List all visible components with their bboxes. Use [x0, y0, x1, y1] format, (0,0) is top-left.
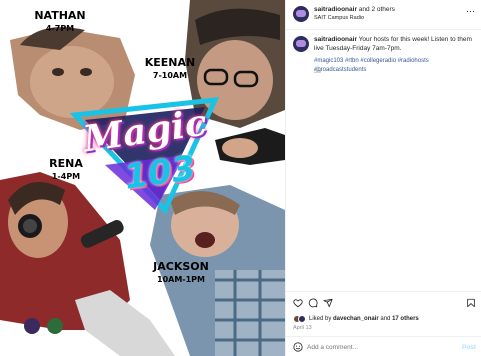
more-dots-icon[interactable]: ⋯ [466, 7, 475, 16]
likes-line: Liked by davechan_onair and 17 others [309, 316, 419, 322]
comment-divider [286, 336, 481, 337]
comment-icon[interactable] [308, 298, 318, 308]
share-icon[interactable] [323, 298, 333, 308]
header-account-line: saitradioonair and 2 others [314, 6, 395, 13]
caption-hashtags[interactable]: #magic103 #rtbn #collegeradio #radiohost… [314, 57, 479, 74]
caption-avatar[interactable] [293, 36, 309, 52]
host-name-keenan: KEENAN [144, 56, 196, 69]
sticker-1 [24, 318, 40, 334]
likes-prefix: Liked by [309, 316, 334, 322]
post-comment-button[interactable]: Post [462, 344, 476, 351]
host-name-rena: RENA [49, 157, 83, 170]
comment-input[interactable] [307, 341, 452, 353]
liker-avatar-2 [298, 315, 306, 323]
host-name-nathan: NATHAN [34, 9, 86, 22]
header-subtitle[interactable]: SAIT Campus Radio [314, 15, 364, 21]
host-time-jackson: 10AM-1PM [157, 275, 205, 284]
header-and-others[interactable]: and 2 others [357, 6, 395, 13]
caption-text: saitradioonair Your hosts for this week!… [314, 36, 476, 53]
host-time-keenan: 7-10AM [152, 71, 188, 80]
header-account-link[interactable]: saitradioonair [314, 6, 357, 13]
post-side-panel: saitradioonair and 2 others SAIT Campus … [285, 0, 481, 356]
caption-age: 5w [314, 69, 322, 75]
post-image: Magic 103 NATHAN 4-7PM KEENAN 7-10AM REN… [0, 0, 285, 356]
likers-avatars[interactable] [293, 315, 307, 323]
host-time-rena: 1-4PM [51, 172, 81, 181]
host-time-nathan: 4-7PM [45, 24, 75, 33]
sticker-2 [47, 318, 63, 334]
likes-user-link[interactable]: davechan_onair [333, 316, 379, 322]
caption-account-link[interactable]: saitradioonair [314, 36, 357, 43]
post-date[interactable]: April 13 [293, 325, 312, 331]
actions-divider [286, 291, 481, 292]
heart-icon[interactable] [293, 298, 303, 308]
header-divider [286, 29, 481, 30]
account-avatar[interactable] [293, 6, 309, 22]
likes-others-link[interactable]: 17 others [392, 316, 419, 322]
smiley-icon[interactable] [293, 342, 303, 352]
host-name-jackson: JACKSON [153, 260, 209, 273]
likes-middle: and [378, 316, 393, 322]
bookmark-icon[interactable] [466, 298, 476, 308]
